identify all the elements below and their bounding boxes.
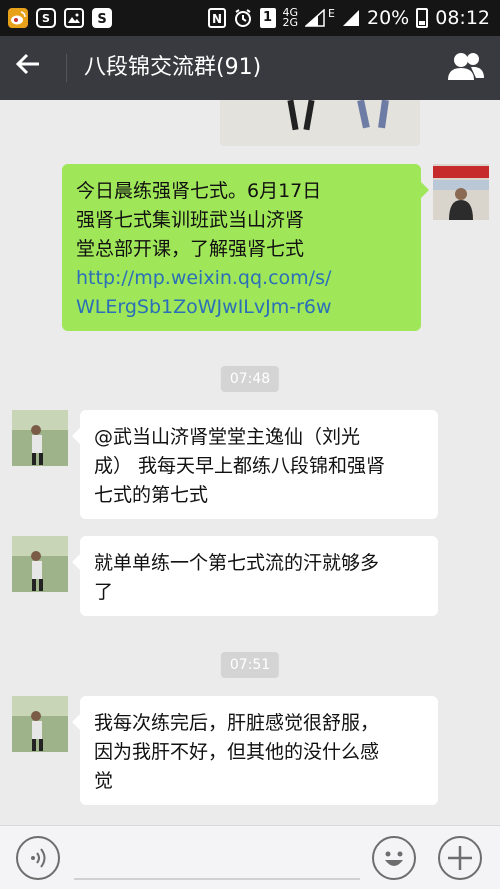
sender-avatar[interactable]: [12, 536, 68, 592]
group-members-button[interactable]: [446, 50, 486, 86]
message-text-line: 今日晨练强肾七式。6月17日: [76, 180, 322, 202]
status-bar: S S N 1 4G 2G E 20% 08:12: [0, 0, 500, 36]
emoji-icon: [385, 851, 403, 866]
photo-icon: [64, 8, 84, 28]
svg-text:N: N: [211, 12, 221, 26]
sender-avatar-image: [12, 696, 68, 752]
battery-percent: 20%: [367, 7, 410, 29]
svg-text:S: S: [42, 12, 50, 25]
message-text-line: 我每次练完后，肝脏感觉很舒服，: [94, 712, 380, 734]
message-bubble[interactable]: @武当山济肾堂堂主逸仙（刘光 成） 我每天早上都练八段锦和强肾 七式的第七式: [72, 410, 438, 519]
message-text-line: 强肾七式集训班武当山济肾: [76, 209, 305, 231]
alarm-icon: [234, 9, 251, 27]
signal-icon-2: [343, 10, 359, 26]
message-text-line: @武当山济肾堂堂主逸仙（刘光: [94, 426, 361, 448]
network-type-bottom: 2G: [282, 16, 299, 29]
voice-input-button[interactable]: [16, 836, 60, 880]
timestamp: 07:51: [220, 652, 280, 678]
message-text-line: 觉: [94, 770, 114, 792]
svg-text:S: S: [97, 12, 106, 25]
message-text-line: 了: [94, 581, 114, 603]
back-arrow-icon: [15, 53, 39, 75]
timestamp: 07:48: [220, 366, 280, 392]
message-input[interactable]: [74, 878, 360, 880]
previous-image-message[interactable]: [220, 100, 420, 146]
message-link[interactable]: http://mp.weixin.qq.com/s/: [76, 264, 407, 293]
sender-avatar-image: [12, 410, 68, 466]
input-bar: [0, 825, 500, 889]
signal-icon: [305, 9, 325, 27]
battery-icon: [416, 8, 429, 28]
message-bubble[interactable]: 今日晨练强肾七式。6月17日 强肾七式集训班武当山济肾 堂总部开课，了解强肾七式…: [62, 164, 429, 331]
message-link[interactable]: WLErgSb1ZoWJwILvJm-r6w: [76, 293, 407, 322]
voice-input-icon: [31, 848, 46, 868]
message-bubble[interactable]: 我每次练完后，肝脏感觉很舒服， 因为我肝不好，但其他的没什么感 觉: [72, 696, 438, 805]
message-text-line: 就单单练一个第七式流的汗就够多: [94, 552, 380, 574]
s-app-icon: S: [92, 8, 112, 28]
message-bubble[interactable]: 就单单练一个第七式流的汗就够多 了: [72, 536, 438, 616]
self-avatar-image: [433, 164, 489, 220]
message-text-line: 七式的第七式: [94, 484, 209, 506]
clock: 08:12: [435, 7, 490, 29]
weibo-icon: [8, 8, 28, 28]
shield-s-icon: S: [36, 8, 56, 28]
message-text-line: 因为我肝不好，但其他的没什么感: [94, 741, 380, 763]
message-text-line: 成） 我每天早上都练八段锦和强肾: [94, 455, 386, 477]
sender-avatar-image: [12, 536, 68, 592]
sender-avatar[interactable]: [12, 696, 68, 752]
network-type: 4G 2G: [282, 7, 299, 29]
message-text-line: 堂总部开课，了解强肾七式: [76, 238, 305, 260]
sim-icon: 1: [259, 8, 276, 28]
message-list[interactable]: 今日晨练强肾七式。6月17日 强肾七式集训班武当山济肾 堂总部开课，了解强肾七式…: [0, 100, 500, 825]
self-avatar[interactable]: [433, 164, 489, 220]
chat-title: 八段锦交流群(91): [84, 55, 262, 80]
back-button[interactable]: [14, 50, 54, 86]
notification-icons: S S: [8, 8, 112, 28]
plus-icon: [448, 846, 472, 870]
sender-avatar[interactable]: [12, 410, 68, 466]
chat-header: 八段锦交流群(91): [0, 36, 500, 100]
group-members-icon: [448, 53, 484, 80]
system-status: N 1 4G 2G E 20% 08:12: [207, 6, 490, 29]
nfc-icon: N: [207, 8, 226, 28]
header-divider: [66, 54, 67, 82]
emoji-button[interactable]: [372, 836, 416, 880]
signal-label: E: [328, 6, 335, 20]
more-options-button[interactable]: [438, 836, 482, 880]
